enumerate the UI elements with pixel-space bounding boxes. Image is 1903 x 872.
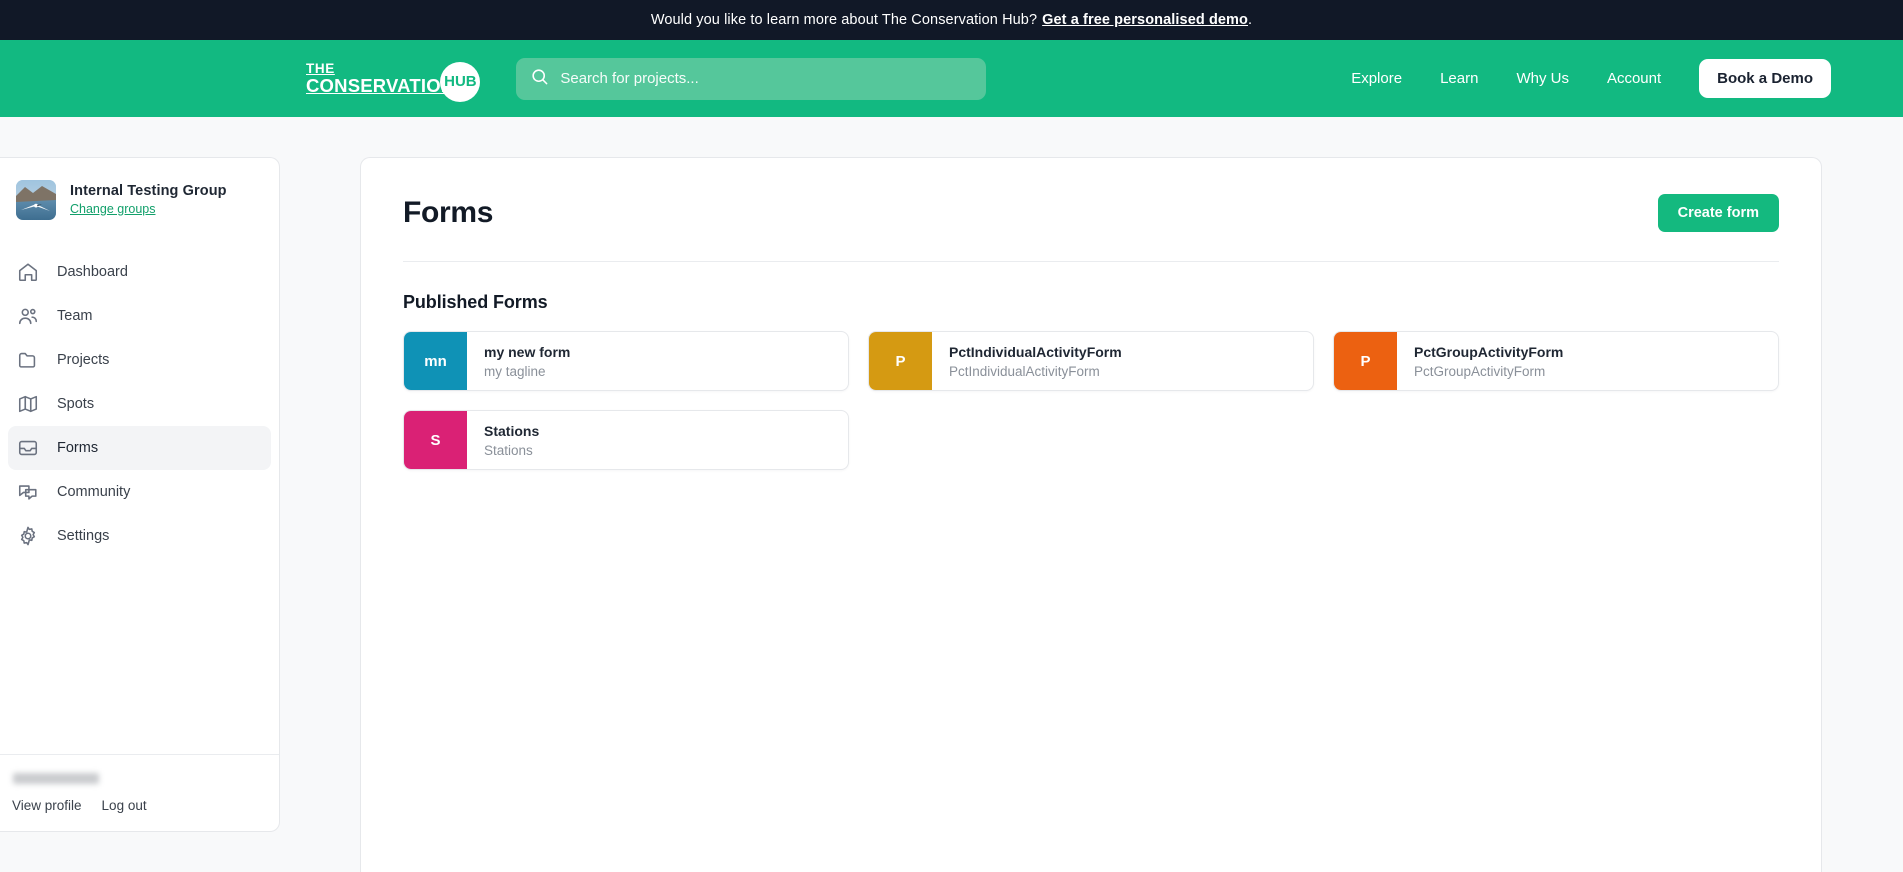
sidebar-item-settings[interactable]: Settings: [8, 514, 271, 558]
group-name: Internal Testing Group: [70, 182, 227, 199]
form-card-pctgroupactivityform[interactable]: P PctGroupActivityForm PctGroupActivityF…: [1333, 331, 1779, 391]
site-logo[interactable]: THE CONSERVATION HUB: [306, 56, 481, 102]
sidebar: Internal Testing Group Change groups Das…: [0, 157, 280, 832]
published-forms-heading: Published Forms: [403, 292, 548, 312]
sidebar-item-dashboard[interactable]: Dashboard: [8, 250, 271, 294]
main-header: Forms Create form: [401, 158, 1781, 232]
form-card-tagline: Stations: [484, 442, 533, 458]
form-card-text: PctIndividualActivityForm PctIndividualA…: [932, 332, 1122, 390]
form-card-badge: P: [1334, 332, 1397, 390]
sidebar-item-team[interactable]: Team: [8, 294, 271, 338]
create-form-button[interactable]: Create form: [1657, 194, 1779, 232]
page-body: Internal Testing Group Change groups Das…: [0, 117, 1903, 872]
sidebar-item-label: Team: [57, 308, 93, 324]
site-header: THE CONSERVATION HUB Explore Learn Why U…: [0, 40, 1903, 117]
logo-wordmark: THE CONSERVATION: [306, 60, 455, 96]
form-card-badge: mn: [404, 332, 467, 390]
sidebar-item-projects[interactable]: Projects: [8, 338, 271, 382]
main-panel: Forms Create form Published Forms mn my …: [360, 157, 1822, 872]
form-card-name: my new form: [484, 343, 571, 360]
sidebar-item-label: Settings: [57, 528, 110, 544]
form-card-text: my new form my tagline: [467, 332, 570, 390]
logo-line-conservation: CONSERVATION: [306, 75, 455, 96]
sidebar-item-label: Dashboard: [57, 264, 128, 280]
chat-icon: [17, 481, 39, 503]
form-card-badge: P: [869, 332, 932, 390]
sidebar-item-forms[interactable]: Forms: [8, 426, 271, 470]
header-divider: [403, 261, 1779, 262]
gear-icon: [17, 525, 39, 547]
primary-nav: Explore Learn Why Us Account Book a Demo: [1351, 59, 1903, 98]
sidebar-footer-links: View profile Log out: [12, 798, 279, 813]
logo-line-the: THE: [306, 60, 335, 76]
form-card-name: PctIndividualActivityForm: [949, 343, 1122, 360]
form-card-text: Stations Stations: [467, 411, 539, 469]
nav-item-why-us[interactable]: Why Us: [1516, 70, 1569, 87]
announcement-text: Would you like to learn more about The C…: [650, 12, 1038, 28]
group-switcher[interactable]: Internal Testing Group Change groups: [0, 158, 279, 240]
change-groups-link[interactable]: Change groups: [70, 202, 155, 216]
nav-item-learn[interactable]: Learn: [1440, 70, 1478, 87]
sidebar-item-label: Projects: [57, 352, 110, 368]
form-card-text: PctGroupActivityForm PctGroupActivityFor…: [1397, 332, 1563, 390]
book-a-demo-button[interactable]: Book a Demo: [1699, 59, 1831, 98]
search-icon: [530, 67, 549, 91]
view-profile-link[interactable]: View profile: [12, 798, 82, 813]
search-box[interactable]: [516, 57, 987, 100]
map-icon: [17, 393, 39, 415]
form-card-badge: S: [404, 411, 467, 469]
form-card-my-new-form[interactable]: mn my new form my tagline: [403, 331, 849, 391]
avatar-photo: [16, 180, 56, 220]
logo-hub-badge: HUB: [440, 61, 481, 102]
inbox-icon: [17, 437, 39, 459]
published-forms-grid: mn my new form my tagline P PctIndividua…: [403, 331, 1781, 470]
nav-item-account[interactable]: Account: [1607, 70, 1661, 87]
form-card-tagline: PctIndividualActivityForm: [949, 363, 1100, 379]
announcement-period: .: [1248, 12, 1253, 28]
form-card-name: PctGroupActivityForm: [1414, 343, 1564, 360]
sidebar-item-spots[interactable]: Spots: [8, 382, 271, 426]
sidebar-item-label: Spots: [57, 396, 95, 412]
sidebar-item-label: Community: [57, 484, 131, 500]
nav-item-explore[interactable]: Explore: [1351, 70, 1402, 87]
form-card-tagline: PctGroupActivityForm: [1414, 363, 1546, 379]
log-out-link[interactable]: Log out: [102, 798, 147, 813]
form-card-pctindividualactivityform[interactable]: P PctIndividualActivityForm PctIndividua…: [868, 331, 1314, 391]
form-card-name: Stations: [484, 422, 540, 439]
people-icon: [17, 305, 39, 327]
group-avatar: [16, 180, 56, 220]
home-icon: [17, 261, 39, 283]
group-meta: Internal Testing Group Change groups: [70, 183, 227, 218]
user-name-redacted: [13, 773, 99, 784]
announcement-demo-link[interactable]: Get a free personalised demo: [1042, 12, 1248, 28]
sidebar-item-label: Forms: [57, 440, 99, 456]
form-card-stations[interactable]: S Stations Stations: [403, 410, 849, 470]
sidebar-footer: View profile Log out: [0, 754, 279, 831]
form-card-tagline: my tagline: [484, 363, 546, 379]
folder-icon: [17, 349, 39, 371]
search-input[interactable]: [560, 70, 973, 87]
sidebar-item-community[interactable]: Community: [8, 470, 271, 514]
announcement-banner: Would you like to learn more about The C…: [0, 0, 1903, 40]
sidebar-nav: Dashboard Team Projects Spots Forms Comm…: [0, 250, 279, 558]
page-title: Forms: [403, 196, 494, 229]
